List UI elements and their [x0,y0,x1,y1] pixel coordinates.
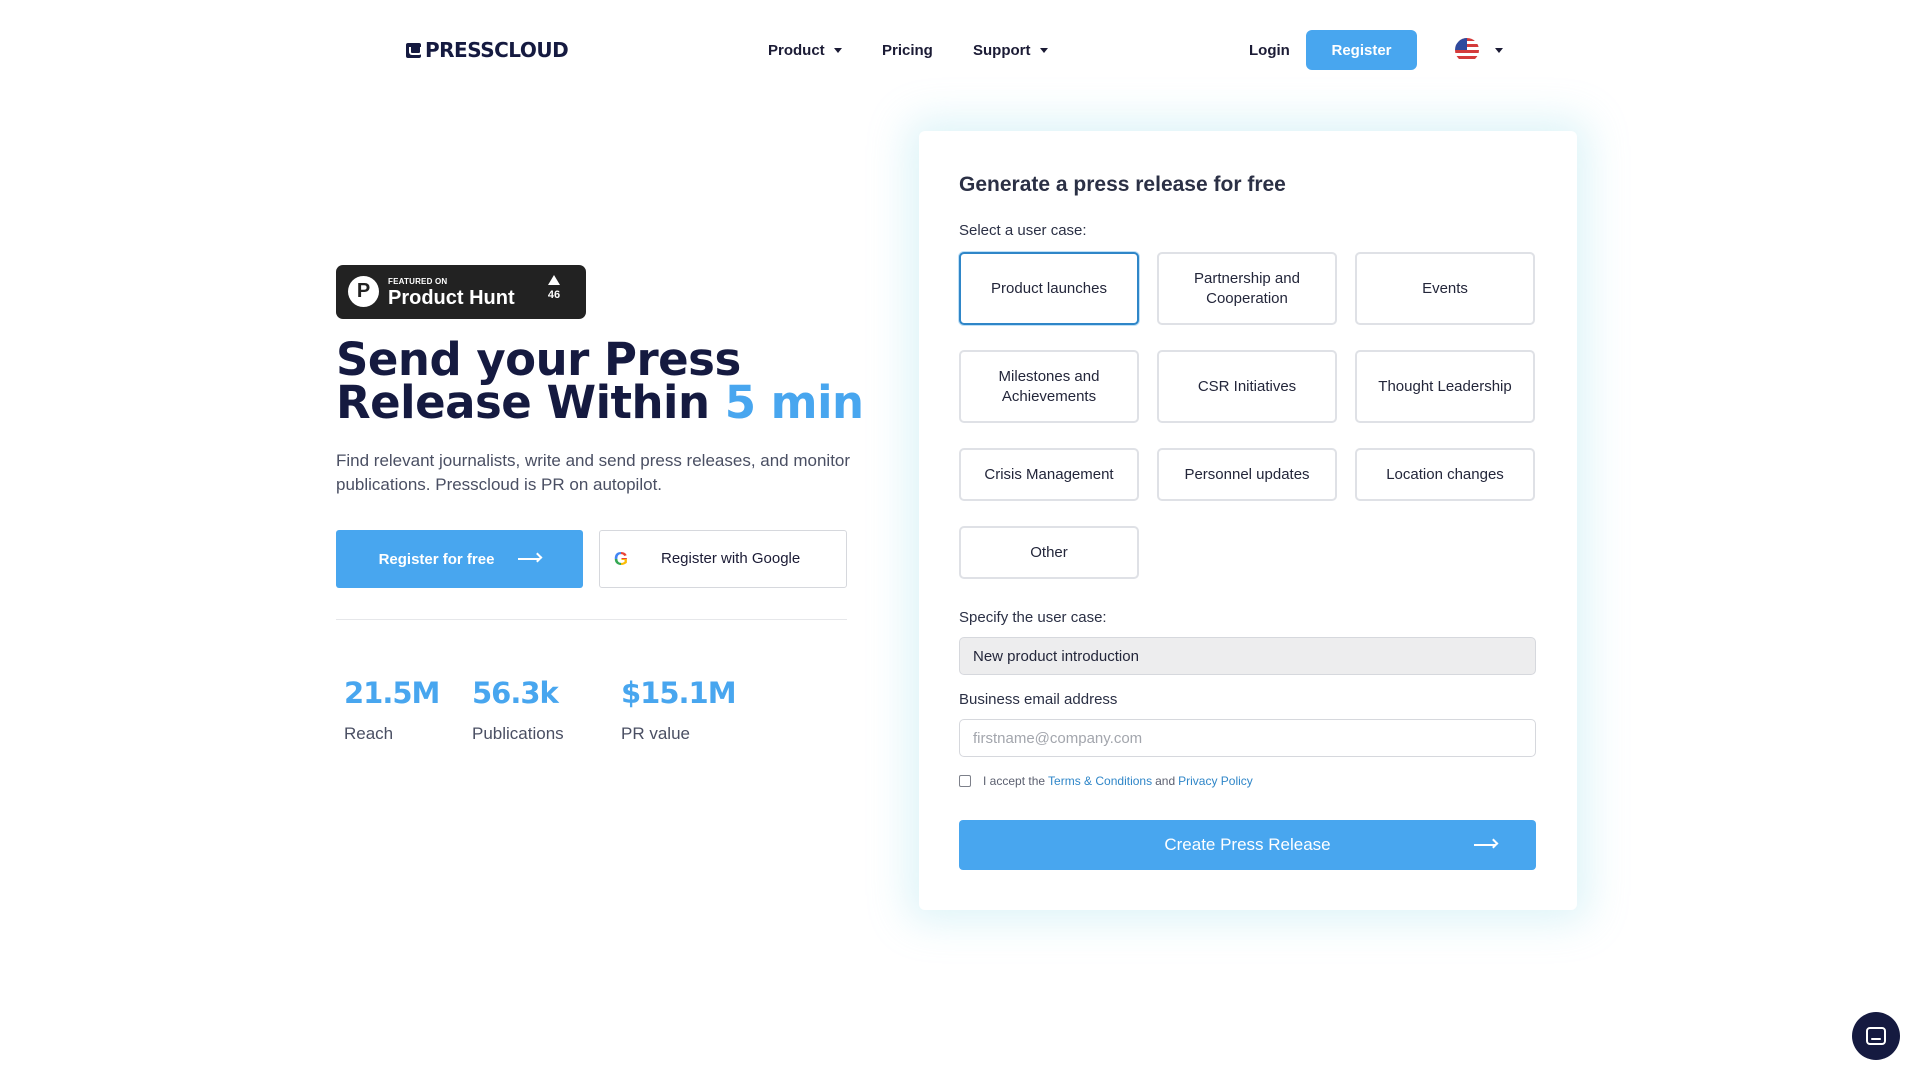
chevron-down-icon [1495,47,1503,53]
nav-support[interactable]: Support [973,38,1048,62]
terms-link[interactable]: Terms & Conditions [1048,774,1152,788]
ph-vote-count: 46 [547,289,561,301]
hero-title: Send your Press Release Within 5 min [336,337,896,425]
arrow-right-icon [1474,844,1496,846]
presscloud-logo[interactable]: PRESSCLOUD [406,38,569,62]
product-hunt-icon: P [348,276,379,307]
register-google-button[interactable]: G Register with Google [599,530,847,588]
google-icon: G [614,549,629,569]
register-button[interactable]: Register [1306,30,1417,70]
stat-value: 56.3k [472,676,559,710]
upvote-icon [548,275,560,285]
login-link[interactable]: Login [1249,38,1290,62]
case-events[interactable]: Events [1355,252,1535,325]
email-label: Business email address [959,691,1118,708]
nav-pricing-label: Pricing [882,41,933,59]
terms-row: I accept the Terms & Conditions and Priv… [959,774,1256,788]
chat-icon [1866,1027,1886,1045]
product-hunt-badge[interactable]: P FEATURED ON Product Hunt 46 [336,265,586,319]
nav-product[interactable]: Product [768,38,842,62]
select-case-label: Select a user case: [959,222,1087,239]
stat-value: 21.5M [344,676,440,710]
language-selector[interactable] [1455,38,1503,62]
chevron-down-icon [833,47,842,53]
hero-subtitle: Find relevant journalists, write and sen… [336,451,851,494]
case-csr-initiatives[interactable]: CSR Initiatives [1157,350,1337,423]
case-other[interactable]: Other [959,526,1139,579]
case-thought-leadership[interactable]: Thought Leadership [1355,350,1535,423]
case-personnel-updates[interactable]: Personnel updates [1157,448,1337,501]
case-location-changes[interactable]: Location changes [1355,448,1535,501]
register-google-label: Register with Google [661,550,801,567]
ph-featured-label: FEATURED ON [388,277,448,286]
hero-title-accent: 5 min [724,376,864,429]
stat-pr-value: $15.1M PR value [621,676,737,744]
create-press-release-label: Create Press Release [1164,835,1331,854]
form-title: Generate a press release for free [959,173,1286,196]
create-press-release-button[interactable]: Create Press Release [959,820,1536,870]
us-flag-icon [1455,38,1479,62]
register-free-label: Register for free [378,550,495,568]
stat-label: PR value [621,724,690,743]
nav-product-label: Product [768,41,825,59]
logo-mark-icon [406,42,422,58]
case-partnership[interactable]: Partnership and Cooperation [1157,252,1337,325]
stat-label: Publications [472,724,564,743]
divider [336,619,847,620]
ph-name: Product Hunt [388,287,515,309]
stat-publications: 56.3k Publications [472,676,564,744]
stat-value: $15.1M [621,676,737,710]
chat-launcher[interactable] [1852,1012,1900,1060]
privacy-link[interactable]: Privacy Policy [1178,774,1253,788]
case-milestones[interactable]: Milestones and Achievements [959,350,1139,423]
chevron-down-icon [1039,47,1048,53]
specify-case-label: Specify the user case: [959,609,1107,626]
logo-text: PRESSCLOUD [425,38,569,62]
terms-prefix: I accept the [983,774,1046,788]
hero-title-text: Send your Press Release Within [336,333,741,429]
case-product-launches[interactable]: Product launches [959,252,1139,325]
case-crisis-management[interactable]: Crisis Management [959,448,1139,501]
press-release-form-card: Generate a press release for free Select… [919,131,1577,910]
specify-case-input[interactable] [959,637,1536,675]
terms-checkbox[interactable] [959,775,971,787]
stat-label: Reach [344,724,394,743]
register-free-button[interactable]: Register for free [336,530,583,588]
terms-and: and [1155,774,1176,788]
nav-pricing[interactable]: Pricing [882,38,933,62]
arrow-right-icon [518,558,541,560]
email-field[interactable] [959,719,1536,757]
stat-reach: 21.5M Reach [344,676,440,744]
ph-votes: 46 [542,275,566,301]
nav-support-label: Support [973,41,1031,59]
